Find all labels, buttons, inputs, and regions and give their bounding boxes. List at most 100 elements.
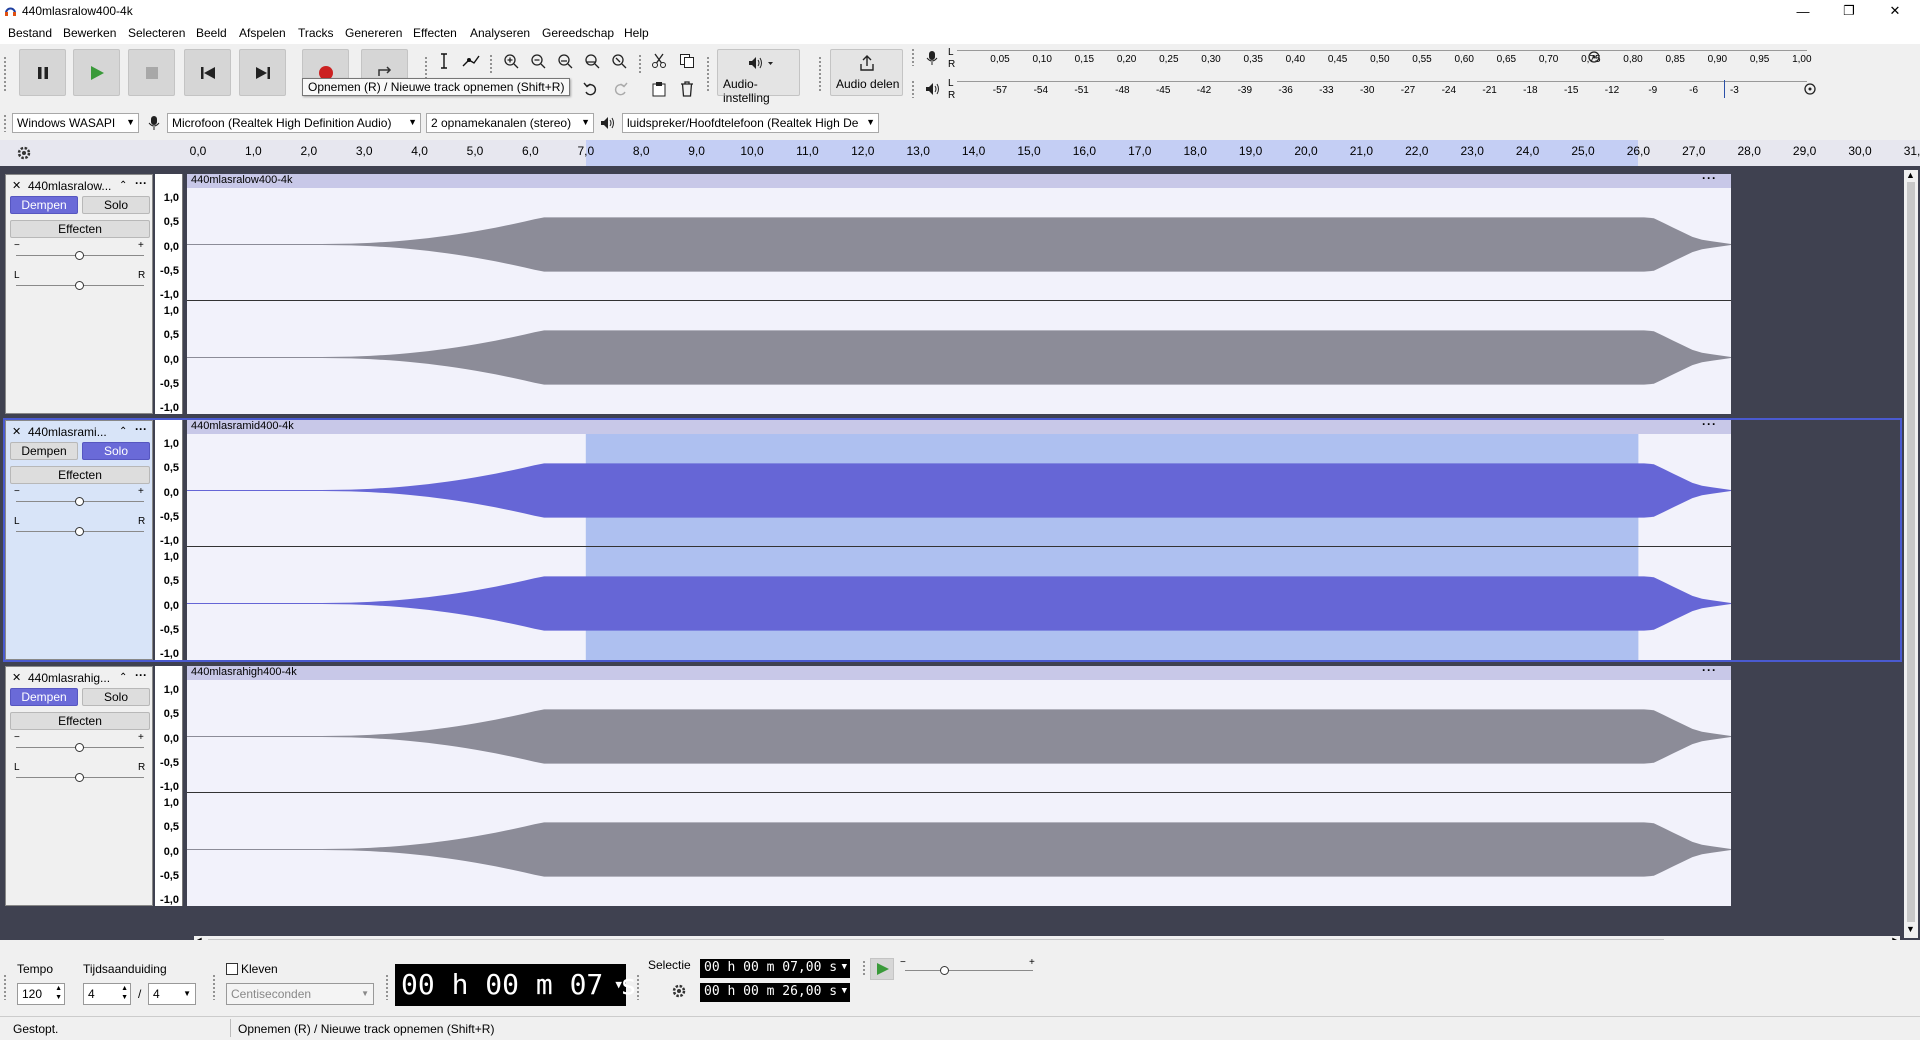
collapse-track-icon[interactable]: ⌃ xyxy=(119,672,127,683)
mute-button[interactable]: Dempen xyxy=(10,196,78,214)
vertical-scroll-thumb[interactable] xyxy=(1907,182,1915,922)
time-display[interactable]: 00 h 00 m 07 s ▼ xyxy=(395,964,637,1006)
solo-button[interactable]: Solo xyxy=(82,196,150,214)
audio-clip[interactable]: 440mlasrahigh400-4k ··· xyxy=(187,663,1731,906)
close-track-icon[interactable]: ✕ xyxy=(12,425,21,438)
selection-tool-icon[interactable] xyxy=(433,50,455,72)
zoom-out-icon[interactable] xyxy=(527,50,549,72)
microphone-icon[interactable] xyxy=(925,50,939,66)
clip-title[interactable]: 440mlasramid400-4k xyxy=(191,420,294,432)
stepper-icon[interactable]: ▲ ▼ xyxy=(55,984,62,1002)
mute-button[interactable]: Dempen xyxy=(10,442,78,460)
record-meter-menu-icon[interactable] xyxy=(1587,50,1601,64)
menu-genereren[interactable]: Genereren xyxy=(345,26,402,40)
toolbar-grip[interactable] xyxy=(911,48,915,66)
close-track-icon[interactable]: ✕ xyxy=(12,179,21,192)
menu-gereedschap[interactable]: Gereedschap xyxy=(542,26,614,40)
scroll-up-icon[interactable]: ▲ xyxy=(1906,170,1915,180)
toolbar-grip[interactable] xyxy=(3,974,7,1000)
track-name[interactable]: 440mlasrahig... xyxy=(28,671,110,685)
toolbar-grip[interactable] xyxy=(862,960,866,976)
copy-icon[interactable] xyxy=(676,50,698,72)
menu-analyseren[interactable]: Analyseren xyxy=(470,26,530,40)
share-audio-button[interactable]: Audio delen xyxy=(830,49,903,96)
record-meter[interactable]: 0,05 0,10 0,15 0,20 0,25 0,30 0,35 0,40 0,45 0,50… xyxy=(957,49,1812,71)
clip-header[interactable]: 440mlasralow400-4k ··· xyxy=(187,171,1731,188)
stepper-icon[interactable]: ▲ ▼ xyxy=(121,984,128,1002)
fit-selection-icon[interactable] xyxy=(554,50,576,72)
zoom-in-icon[interactable] xyxy=(500,50,522,72)
effects-button[interactable]: Effecten xyxy=(10,220,150,238)
waveform[interactable] xyxy=(187,188,1731,301)
amplitude-scale[interactable]: 1,0 0,5 0,0 -0,5 -1,0 1,0 0,5 0,0 -0,5 -1,0 xyxy=(155,420,183,660)
delete-icon[interactable] xyxy=(676,78,698,100)
redo-icon[interactable] xyxy=(609,78,631,100)
skip-end-button[interactable] xyxy=(239,49,286,96)
toolbar-grip[interactable] xyxy=(3,56,7,92)
menu-bestand[interactable]: Bestand xyxy=(8,26,52,40)
toolbar-grip[interactable] xyxy=(489,54,493,74)
recording-channels-select[interactable]: 2 opnamekanalen (stereo) ▼ xyxy=(426,113,594,133)
audio-host-select[interactable]: Windows WASAPI ▼ xyxy=(12,113,139,133)
tempo-input[interactable]: 120 ▲ ▼ xyxy=(17,983,65,1005)
menu-tracks[interactable]: Tracks xyxy=(298,26,334,40)
clip-menu-icon[interactable]: ··· xyxy=(1702,171,1717,185)
toolbar-grip[interactable] xyxy=(638,54,642,74)
clip-menu-icon[interactable]: ··· xyxy=(1702,663,1717,677)
track-2[interactable]: ✕ 440mlasrami... ⌃ ··· Dempen Solo Effec… xyxy=(3,417,1902,662)
track-3[interactable]: ✕ 440mlasrahig... ⌃ ··· Dempen Solo Effe… xyxy=(5,663,1900,906)
snap-checkbox[interactable] xyxy=(226,963,238,975)
waveform[interactable] xyxy=(187,434,1731,547)
track-control-panel[interactable]: ✕ 440mlasrahig... ⌃ ··· Dempen Solo Effe… xyxy=(5,666,153,906)
fit-project-icon[interactable] xyxy=(581,50,603,72)
envelope-tool-icon[interactable] xyxy=(460,50,482,72)
close-button[interactable]: ✕ xyxy=(1872,0,1918,22)
gear-icon[interactable] xyxy=(671,983,687,999)
paste-icon[interactable] xyxy=(648,78,670,100)
solo-button[interactable]: Solo xyxy=(82,688,150,706)
amplitude-scale[interactable]: 1,0 0,5 0,0 -0,5 -1,0 1,0 0,5 0,0 -0,5 -1,0 xyxy=(155,666,183,906)
amplitude-scale[interactable]: 1,0 0,5 0,0 -0,5 -1,0 1,0 0,5 0,0 -0,5 -1,0 xyxy=(155,174,183,414)
pan-slider-knob[interactable] xyxy=(75,527,84,536)
menu-help[interactable]: Help xyxy=(624,26,649,40)
play-button[interactable] xyxy=(73,49,120,96)
zoom-toggle-icon[interactable] xyxy=(608,50,630,72)
effects-button[interactable]: Effecten xyxy=(10,466,150,484)
skip-start-button[interactable] xyxy=(184,49,231,96)
waveform[interactable] xyxy=(187,547,1731,660)
playback-meter-menu-icon[interactable] xyxy=(1803,82,1817,96)
clip-menu-icon[interactable]: ··· xyxy=(1702,417,1717,431)
menu-selecteren[interactable]: Selecteren xyxy=(128,26,185,40)
cut-icon[interactable] xyxy=(648,50,670,72)
waveform[interactable] xyxy=(187,301,1731,414)
track-1[interactable]: ✕ 440mlasralow... ⌃ ··· Dempen Solo Effe… xyxy=(5,171,1900,414)
menu-effecten[interactable]: Effecten xyxy=(413,26,457,40)
menu-afspelen[interactable]: Afspelen xyxy=(239,26,286,40)
clip-header[interactable]: 440mlasramid400-4k ··· xyxy=(187,417,1731,434)
selection-end-time[interactable]: 00 h 00 m 26,00 s ▼ xyxy=(700,983,850,1002)
toolbar-grip[interactable] xyxy=(706,56,710,92)
waveform[interactable] xyxy=(187,793,1731,906)
speaker-icon[interactable] xyxy=(925,82,941,96)
clip-title[interactable]: 440mlasralow400-4k xyxy=(191,174,293,186)
recording-device-select[interactable]: Microfoon (Realtek High Definition Audio… xyxy=(167,113,421,133)
menu-bewerken[interactable]: Bewerken xyxy=(63,26,116,40)
timeline-ruler[interactable]: 0,0 1,0 2,0 3,0 4,0 5,0 6,0 7,0 8,0 9,0 10,0 11,0 12… xyxy=(0,140,1920,166)
track-menu-icon[interactable]: ··· xyxy=(135,422,147,436)
snap-unit-select[interactable]: Centiseconden ▼ xyxy=(226,983,374,1005)
playback-speed-knob[interactable] xyxy=(940,966,949,975)
vertical-scrollbar[interactable]: ▲ ▼ xyxy=(1904,170,1918,938)
selection-start-time[interactable]: 00 h 00 m 07,00 s ▼ xyxy=(700,959,850,978)
time-signature-denominator[interactable]: 4 ▼ xyxy=(148,983,196,1005)
toolbar-grip[interactable] xyxy=(3,114,7,132)
pan-slider-knob[interactable] xyxy=(75,281,84,290)
time-signature-numerator[interactable]: 4 ▲ ▼ xyxy=(83,983,131,1005)
gear-icon[interactable] xyxy=(16,145,32,161)
close-track-icon[interactable]: ✕ xyxy=(12,671,21,684)
undo-icon[interactable] xyxy=(580,78,602,100)
clip-header[interactable]: 440mlasrahigh400-4k ··· xyxy=(187,663,1731,680)
pause-button[interactable] xyxy=(19,49,66,96)
playback-speed-slider[interactable] xyxy=(905,970,1033,971)
pan-slider-knob[interactable] xyxy=(75,773,84,782)
playback-meter[interactable]: -57 -54 -51 -48 -45 -42 -39 -36 -33 -30 -27 -24 -21 -… xyxy=(957,80,1807,102)
